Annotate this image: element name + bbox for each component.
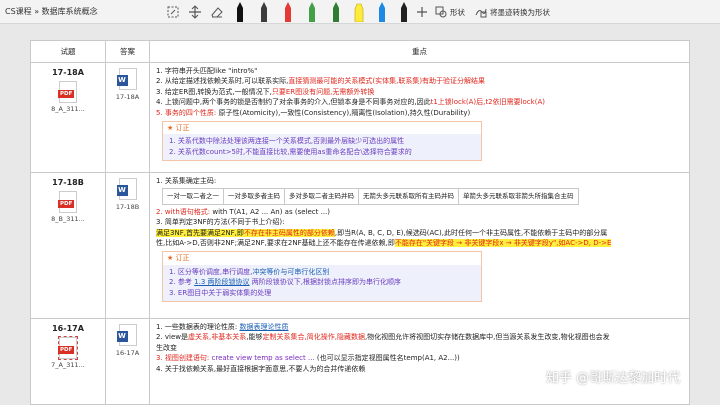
answer-cell: W 17-18A <box>105 62 150 173</box>
question-cell: 16-17A PDF 7_A_311... <box>30 318 106 405</box>
header-answer: 答案 <box>105 40 150 63</box>
question-cell: 17-18A PDF 8_A_311... <box>30 62 106 173</box>
focus-line: 性,比如A->D,否则非2NF;满足2NF,要求在2NF基础上还不能存在传递依赖… <box>156 239 612 248</box>
focus-cell: 1. 字符串开头匹配like "intro%" 2. 从给定描述找依赖关系时,可… <box>149 62 690 173</box>
word-file-name[interactable]: 16-17A <box>106 349 149 357</box>
pen-blue-icon[interactable] <box>376 2 388 22</box>
pdf-file-icon[interactable]: PDF <box>58 191 77 213</box>
focus-line: 4. 上锁问题中,两个事务的锁是否制约了对余事务的介入,但锁本身是不同事务对应的… <box>156 98 545 107</box>
question-id: 17-18B <box>52 178 84 187</box>
focus-line: 1. 关系集确定主码: <box>156 177 217 185</box>
focus-line: 1. 一些数据表的理论性质: 数据表理论性质 <box>156 323 289 331</box>
top-toolbar: CS课程 » 数据库系统概念 形状 将墨迹转换为形状 <box>0 0 720 24</box>
correction-item: 2. 参考 1.3 两阶段锁协议 两阶段锁协议下,根据封锁点排序即为串行化顺序 <box>169 278 401 287</box>
correction-item: 2. 关系代数count>5时,不能直接比较,需要使用as重命名配合\选择符合要… <box>169 147 412 156</box>
highlighter-yellow-icon[interactable] <box>352 2 366 22</box>
focus-line: 3. 简单判定3NF的方法(不同于书上介绍): <box>156 218 285 227</box>
correction-item: 3. ER图目中关于弱实体集的处理 <box>169 288 272 297</box>
lasso-select-icon[interactable] <box>165 4 181 20</box>
correction-box: ★ 订正 1. 关系代数中除法处理该两连接一个关系模式,否则最外层缺少可选出的属… <box>162 121 482 162</box>
focus-line: 生改变 <box>156 343 177 352</box>
mini-cell: 一对一取二者之一 <box>162 188 224 205</box>
pen-dark-icon[interactable] <box>398 2 410 22</box>
pdf-file-icon[interactable]: PDF <box>58 81 77 103</box>
focus-cell: 1. 关系集确定主码: 一对一取二者之一 一对多取多者主码 多对多取二者主码并码… <box>149 172 690 319</box>
primary-key-table: 一对一取二者之一 一对多取多者主码 多对多取二者主码并码 无箭头多元联系取所有主… <box>162 188 579 205</box>
focus-line: 2. view是虚关系,非基本关系,能够定制关系集合,简化操作,隐藏数据,物化视… <box>156 333 610 342</box>
word-file-name[interactable]: 17-18B <box>106 203 149 211</box>
shape-label[interactable]: 形状 <box>450 7 465 18</box>
focus-line: 3. 给定ER图,转换为范式,一般情况下,只要ER图没有问题,无需额外转换 <box>156 87 375 96</box>
focus-line: 2. with语句格式: with T(A1, A2 ... An) as (s… <box>156 207 330 216</box>
focus-line: 3. 视图创建语句: create view temp as select ..… <box>156 354 460 363</box>
question-id: 16-17A <box>52 324 84 333</box>
answer-cell: W 17-18B <box>105 172 150 319</box>
focus-line: 1. 字符串开头匹配like "intro%" <box>156 67 258 75</box>
question-cell: 17-18B PDF 8_B_311... <box>30 172 106 319</box>
two-phase-lock-link[interactable]: 1.3 两阶段锁协议 <box>194 278 249 286</box>
pdf-file-name[interactable]: 7_A_311... <box>31 361 105 369</box>
mini-cell: 单箭头多元联系取非箭头所指集合主码 <box>458 188 579 205</box>
exam-table: 试题 答案 重点 17-18A PDF 8_A_311... W 17-18A … <box>30 40 690 405</box>
focus-line: 满足3NF,首先要满足2NF,即不存在非主码属性的部分依赖,即当R(A, B, … <box>156 228 608 237</box>
add-pen-icon[interactable] <box>414 4 430 20</box>
watermark: 知乎 @哥斯达黎加时代 <box>546 371 681 386</box>
pen-gray-icon[interactable] <box>258 2 270 22</box>
mini-cell: 一对多取多者主码 <box>223 188 285 205</box>
word-file-icon[interactable]: W <box>116 178 137 200</box>
correction-item: 1. 区分等价调度,串行调度,冲突等价与可串行化区别 <box>169 267 330 276</box>
pen-black-icon[interactable] <box>234 2 246 22</box>
correction-body: 1. 区分等价调度,串行调度,冲突等价与可串行化区别 2. 参考 1.3 两阶段… <box>163 264 481 302</box>
focus-line: 2. 从给定描述找依赖关系时,可以联系实际,直接猜测最可能的关系模式(实体集,联… <box>156 77 486 86</box>
correction-box: ★ 订正 1. 区分等价调度,串行调度,冲突等价与可串行化区别 2. 参考 1.… <box>162 251 482 303</box>
shape-icon[interactable] <box>433 4 449 20</box>
ink-to-shape-label[interactable]: 将墨迹转换为形状 <box>490 7 550 18</box>
pen-green-icon[interactable] <box>306 2 318 22</box>
data-table-theory-link[interactable]: 数据表理论性质 <box>240 323 289 331</box>
question-id: 17-18A <box>52 68 84 77</box>
mini-cell: 多对多取二者主码并码 <box>284 188 359 205</box>
note-page: 试题 答案 重点 17-18A PDF 8_A_311... W 17-18A … <box>30 40 690 405</box>
pdf-file-name[interactable]: 8_B_311... <box>31 215 105 223</box>
correction-title: ★ 订正 <box>163 252 481 265</box>
pdf-file-icon[interactable]: PDF <box>58 336 78 360</box>
breadcrumb[interactable]: CS课程 » 数据库系统概念 <box>5 6 98 17</box>
table-header-row: 试题 答案 重点 <box>30 40 690 63</box>
correction-item: 1. 关系代数中除法处理该两连接一个关系模式,否则最外层缺少可选出的属性 <box>169 137 405 146</box>
mini-cell: 无箭头多元联系取所有主码并码 <box>358 188 459 205</box>
table-row: 17-18A PDF 8_A_311... W 17-18A 1. 字符串开头匹… <box>30 62 690 173</box>
add-space-icon[interactable] <box>187 4 203 20</box>
table-row: 16-17A PDF 7_A_311... W 16-17A 1. 一些数据表的… <box>30 318 690 405</box>
header-question: 试题 <box>30 40 106 63</box>
table-row: 17-18B PDF 8_B_311... W 17-18B 1. 关系集确定主… <box>30 172 690 319</box>
eraser-icon[interactable] <box>209 4 225 20</box>
pdf-file-name[interactable]: 8_A_311... <box>31 105 105 113</box>
focus-line: 5. 事务的四个性质: 原子性(Atomicity),一致性(Consisten… <box>156 108 471 117</box>
word-file-name[interactable]: 17-18A <box>106 93 149 101</box>
word-file-icon[interactable]: W <box>116 68 137 90</box>
pen-red-icon[interactable] <box>282 2 294 22</box>
correction-body: 1. 关系代数中除法处理该两连接一个关系模式,否则最外层缺少可选出的属性 2. … <box>163 134 481 161</box>
correction-title: ★ 订正 <box>163 122 481 135</box>
ink-to-shape-icon[interactable] <box>473 4 489 20</box>
word-file-icon[interactable]: W <box>116 324 137 346</box>
header-focus: 重点 <box>149 40 690 63</box>
focus-cell: 1. 一些数据表的理论性质: 数据表理论性质 2. view是虚关系,非基本关系… <box>149 318 690 405</box>
answer-cell: W 16-17A <box>105 318 150 405</box>
pen-dark-green-icon[interactable] <box>330 2 342 22</box>
